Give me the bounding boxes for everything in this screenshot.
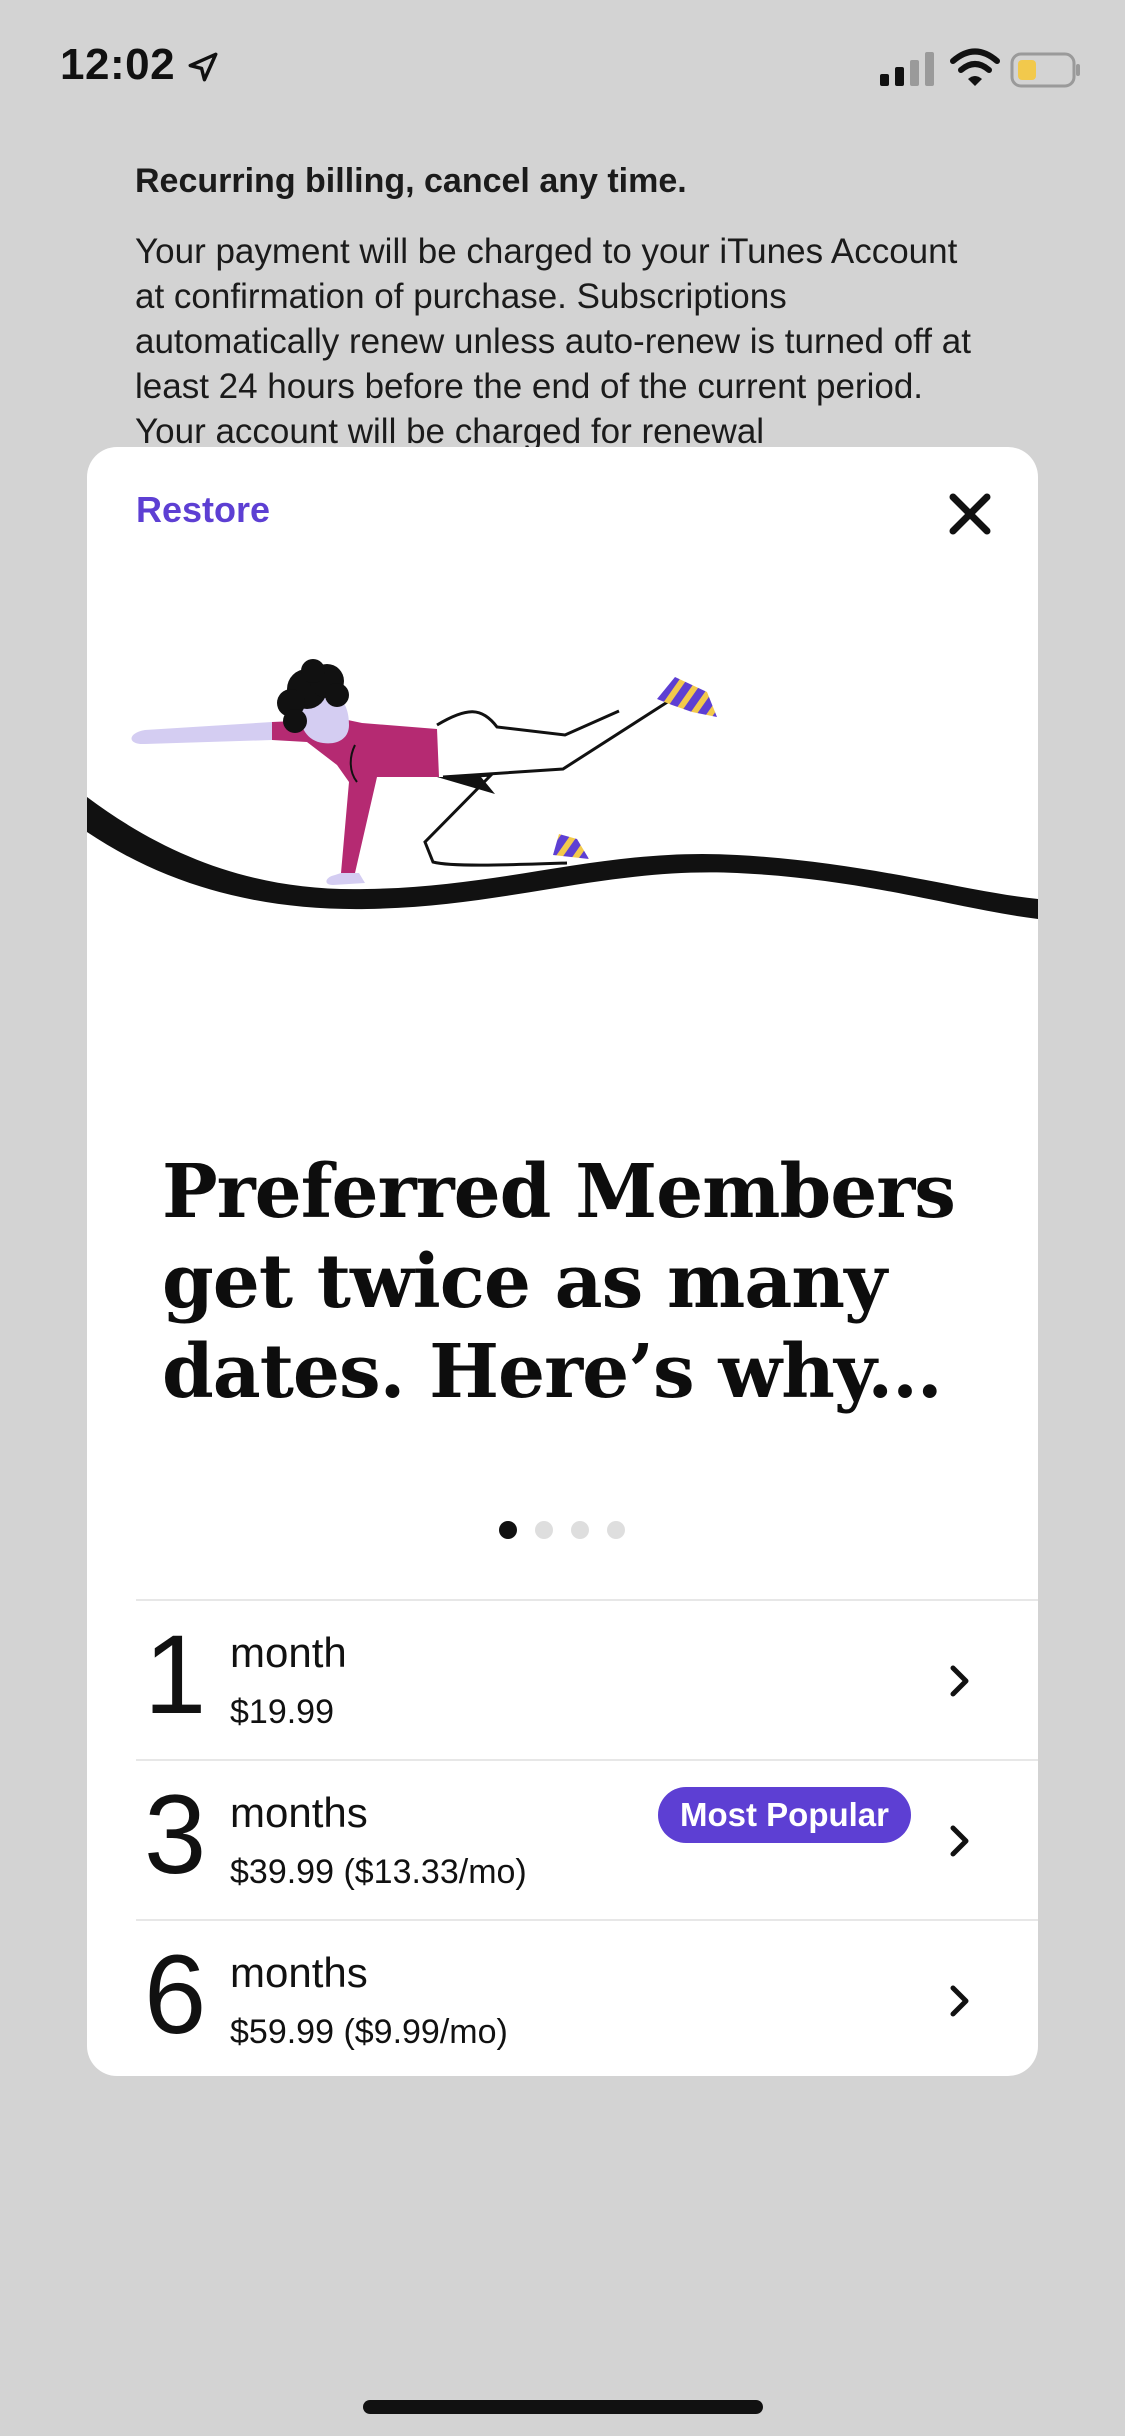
- most-popular-badge: Most Popular: [658, 1787, 912, 1843]
- cellular-signal-icon: [880, 52, 934, 86]
- plan-row-1-month[interactable]: 1 month $19.99: [136, 1599, 1038, 1759]
- billing-title: Recurring billing, cancel any time.: [135, 162, 687, 200]
- headline: Preferred Members get twice as many date…: [162, 1149, 956, 1415]
- plan-price: $19.99: [230, 1693, 334, 1731]
- page-dot[interactable]: [571, 1521, 589, 1539]
- upgrade-modal: Restore Preferred Members get twice as m…: [87, 447, 1038, 2076]
- ground-wave: [87, 797, 1038, 919]
- plan-row-3-months[interactable]: 3 months $39.99 ($13.33/mo) Most Popular: [136, 1759, 1038, 1919]
- leg-extended: [436, 699, 670, 779]
- plan-duration-unit: months: [230, 1789, 368, 1836]
- close-icon[interactable]: [945, 489, 995, 539]
- chevron-right-icon: [950, 1985, 969, 2017]
- arm-extended: [131, 722, 272, 745]
- restore-button[interactable]: Restore: [136, 489, 270, 531]
- chevron-right-icon: [950, 1665, 969, 1697]
- yoga-illustration: [87, 659, 1038, 919]
- shirt: [272, 719, 439, 873]
- back-leg: [423, 773, 568, 867]
- hand-ground: [326, 873, 365, 885]
- plan-price: $59.99 ($9.99/mo): [230, 2013, 508, 2051]
- status-bar: 12:02: [0, 0, 1125, 130]
- battery-low-icon: [1010, 52, 1080, 88]
- billing-disclosure: Recurring billing, cancel any time. Your…: [135, 162, 995, 454]
- plan-duration-number: 3: [144, 1772, 207, 1897]
- page-dot[interactable]: [535, 1521, 553, 1539]
- wifi-icon: [950, 48, 1000, 86]
- status-time: 12:02: [60, 40, 176, 89]
- page-dot-active[interactable]: [499, 1521, 517, 1539]
- plan-duration-number: 1: [144, 1612, 207, 1737]
- plan-duration-unit: months: [230, 1949, 368, 1996]
- plan-row-6-months[interactable]: 6 months $59.99 ($9.99/mo): [136, 1919, 1038, 2076]
- home-indicator[interactable]: [363, 2400, 763, 2414]
- plan-price: $39.99 ($13.33/mo): [230, 1853, 527, 1891]
- page-indicator: [499, 1521, 625, 1539]
- billing-body: Your payment will be charged to your iTu…: [135, 232, 971, 451]
- raised-sock: [657, 677, 717, 717]
- plan-duration-unit: month: [230, 1629, 347, 1676]
- chevron-right-icon: [950, 1825, 969, 1857]
- location-arrow-icon: [188, 52, 218, 82]
- page-dot[interactable]: [607, 1521, 625, 1539]
- plan-duration-number: 6: [144, 1932, 207, 2057]
- plan-list: 1 month $19.99 3 months $39.99 ($13.33/m…: [136, 1599, 1038, 2076]
- ground-sock: [553, 834, 589, 859]
